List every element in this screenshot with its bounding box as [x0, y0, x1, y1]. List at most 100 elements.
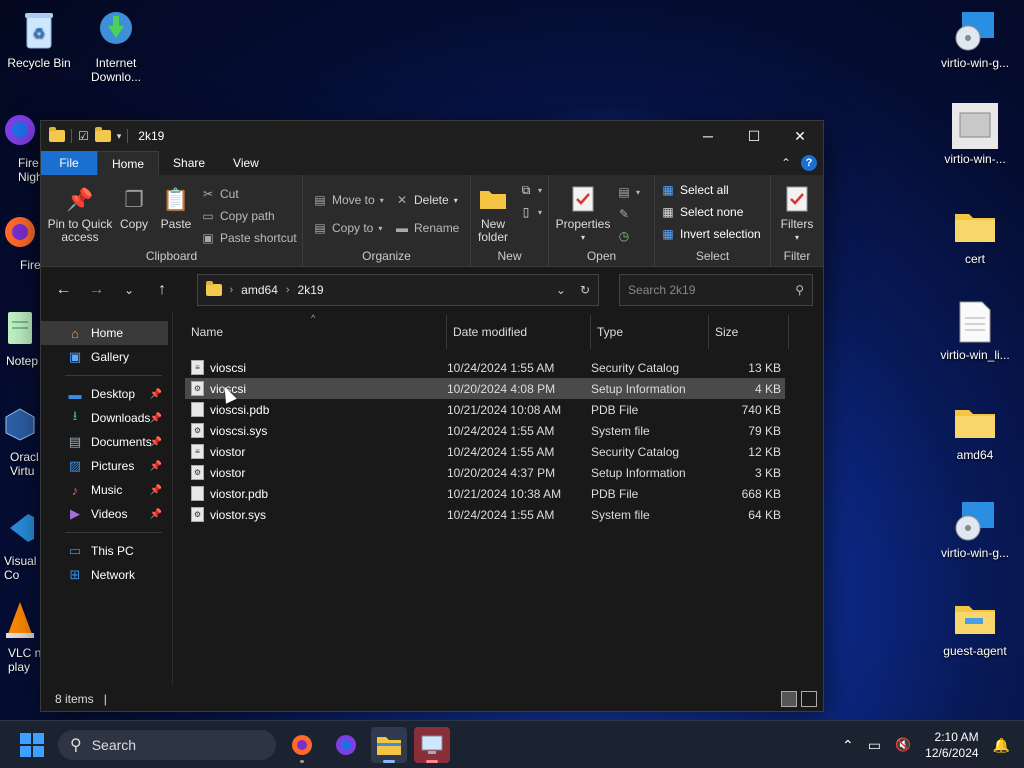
breadcrumb-2k19[interactable]: 2k19	[298, 283, 324, 297]
edit-button[interactable]: ✎	[617, 207, 631, 221]
open-button[interactable]: ▤ ▾	[617, 185, 640, 199]
pin-icon: 📌	[149, 436, 162, 448]
chevron-down-icon[interactable]: ▾	[117, 131, 122, 142]
nav-item-home[interactable]: ⌂ Home	[41, 321, 168, 345]
pin-to-quick-access-button[interactable]: 📌 Pin to Quick access	[47, 183, 113, 244]
network-status-icon[interactable]: ▭	[868, 737, 881, 754]
copy-path-button[interactable]: ▭ Copy path	[201, 209, 274, 223]
title-bar[interactable]: ☑ ▾ 2k19 ─ ☐ ✕	[41, 121, 823, 151]
properties-button[interactable]: Properties ▾	[553, 183, 613, 244]
group-label-select: Select	[695, 249, 730, 263]
easy-access-button[interactable]: ▯ ▾	[519, 205, 542, 219]
nav-item-music[interactable]: ♪ Music 📌	[41, 478, 168, 502]
close-button[interactable]: ✕	[777, 121, 823, 151]
paste-shortcut-button[interactable]: ▣ Paste shortcut	[201, 231, 296, 245]
taskbar-firefox-nightly[interactable]	[328, 727, 364, 763]
address-history-icon[interactable]: ⌄	[556, 283, 566, 297]
new-folder-icon[interactable]	[94, 127, 111, 142]
taskbar-remote-desktop[interactable]	[414, 727, 450, 763]
file-date: 10/24/2024 1:55 AM	[447, 444, 555, 459]
clock[interactable]: 2:10 AM 12/6/2024	[925, 729, 978, 761]
desktop-icon-virtio-win-installer[interactable]: virtio-win-...	[937, 103, 1013, 166]
refresh-icon[interactable]: ↻	[580, 283, 590, 297]
new-folder-button[interactable]: New folder	[475, 183, 511, 244]
table-row[interactable]: ⚙ vioscsi 10/20/2024 4:08 PM Setup Informat…	[185, 378, 785, 399]
desktop-icon-recycle-bin[interactable]: ♻ Recycle Bin	[1, 8, 77, 70]
column-header-name[interactable]: Name	[173, 315, 447, 349]
filters-button[interactable]: Filters ▾	[775, 183, 819, 244]
table-row[interactable]: viostor.pdb 10/21/2024 10:38 AM PDB File 66…	[185, 483, 785, 504]
table-row[interactable]: ≡ vioscsi 10/24/2024 1:55 AM Security Catal…	[185, 357, 785, 378]
back-button[interactable]: ←	[51, 277, 76, 303]
maximize-button[interactable]: ☐	[731, 121, 777, 151]
copy-button[interactable]: ❐ Copy	[117, 183, 151, 231]
desktop-icon-internet-download-manager[interactable]: Internet Downlo...	[78, 8, 154, 84]
delete-button[interactable]: ✕ Delete ▾	[395, 193, 458, 207]
history-button[interactable]: ◷	[617, 229, 631, 243]
select-all-button[interactable]: ▦ Select all	[661, 183, 728, 197]
invert-selection-button[interactable]: ▦ Invert selection	[661, 227, 760, 241]
nav-item-this-pc[interactable]: ▭ This PC	[41, 539, 168, 563]
nav-item-videos[interactable]: ▶ Videos 📌	[41, 502, 168, 526]
table-row[interactable]: ≡ viostor 10/24/2024 1:55 AM Security Catal…	[185, 441, 785, 462]
tab-home[interactable]: Home	[97, 151, 160, 175]
copy-to-button[interactable]: ▤ Copy to ▾	[313, 221, 382, 235]
properties-icon[interactable]: ☑	[78, 129, 89, 143]
select-none-button[interactable]: ▦ Select none	[661, 205, 743, 219]
desktop-icon-guest-agent[interactable]: guest-agent	[937, 596, 1013, 658]
file-size: 740 KB	[741, 402, 781, 417]
volume-muted-icon[interactable]: 🔇	[895, 737, 911, 753]
desktop-icon-virtio-win-guest-tools-2[interactable]: virtio-win-g...	[937, 498, 1013, 560]
paste-button[interactable]: 📋 Paste	[157, 183, 195, 231]
chevron-up-icon[interactable]: ⌃	[842, 737, 854, 754]
table-row[interactable]: ⚙ viostor 10/20/2024 4:37 PM Setup Informat…	[185, 462, 785, 483]
desktop-icon-amd64[interactable]: amd64	[937, 400, 1013, 462]
delete-icon: ✕	[396, 193, 408, 207]
desktop-icon-label: virtio-win-...	[944, 152, 1006, 166]
new-item-button[interactable]: ⧉ ▾	[519, 183, 542, 197]
pin-icon: 📌	[149, 388, 162, 400]
forward-button[interactable]: →	[84, 277, 109, 303]
help-icon[interactable]: ?	[801, 155, 817, 171]
table-row[interactable]: ⚙ vioscsi.sys 10/24/2024 1:55 AM System fil…	[185, 420, 785, 441]
cut-button[interactable]: ✂ Cut	[201, 187, 239, 201]
minimize-button[interactable]: ─	[685, 121, 731, 151]
nav-item-documents[interactable]: ▤ Documents 📌	[41, 430, 168, 454]
start-button[interactable]	[20, 733, 44, 757]
recent-locations-button[interactable]: ⌄	[117, 277, 142, 303]
column-header-size[interactable]: Size	[709, 315, 789, 349]
tab-file[interactable]: File	[41, 151, 97, 175]
move-to-button[interactable]: ▤ Move to ▾	[313, 193, 383, 207]
taskbar-firefox[interactable]	[284, 727, 320, 763]
desktop-icon-cert[interactable]: cert	[937, 204, 1013, 266]
taskbar-search[interactable]: ⚲ Search	[58, 730, 276, 760]
file-date: 10/24/2024 1:55 AM	[447, 507, 555, 522]
column-header-date-modified[interactable]: Date modified	[447, 315, 591, 349]
file-type: PDB File	[591, 486, 639, 501]
table-row[interactable]: vioscsi.pdb 10/21/2024 10:08 AM PDB File 74…	[185, 399, 785, 420]
nav-item-gallery[interactable]: ▣ Gallery	[41, 345, 168, 369]
taskbar-file-explorer[interactable]	[371, 727, 407, 763]
details-view-button[interactable]	[781, 691, 797, 707]
new-item-icon: ⧉	[521, 182, 531, 197]
nav-item-downloads[interactable]: ⭳ Downloads 📌	[41, 406, 168, 430]
nav-item-desktop[interactable]: ▬ Desktop 📌	[41, 382, 168, 406]
nav-item-network[interactable]: ⊞ Network	[41, 563, 168, 587]
collapse-ribbon-icon[interactable]: ⌃	[781, 156, 791, 170]
column-header-type[interactable]: Type	[591, 315, 709, 349]
address-bar[interactable]: › amd64 › 2k19 ⌄ ↻	[196, 274, 600, 306]
notification-bell-icon[interactable]: 🔔	[993, 737, 1010, 754]
search-box[interactable]: Search 2k19 ⚲	[619, 274, 814, 306]
up-button[interactable]: ↑	[150, 277, 175, 303]
large-icons-view-button[interactable]	[801, 691, 817, 707]
desktop-icon-virtio-win-guest-tools[interactable]: virtio-win-g...	[937, 8, 1013, 70]
breadcrumb-amd64[interactable]: amd64	[241, 283, 278, 297]
desktop-icon-virtio-win-license[interactable]: virtio-win_li...	[937, 300, 1013, 362]
file-type: System file	[591, 423, 650, 438]
nav-item-pictures[interactable]: ▨ Pictures 📌	[41, 454, 168, 478]
tab-view[interactable]: View	[219, 151, 273, 175]
tab-share[interactable]: Share	[159, 151, 219, 175]
rename-button[interactable]: ▬ Rename	[395, 221, 459, 235]
table-row[interactable]: ⚙ viostor.sys 10/24/2024 1:55 AM System fil…	[185, 504, 785, 525]
folder-icon	[951, 400, 999, 444]
